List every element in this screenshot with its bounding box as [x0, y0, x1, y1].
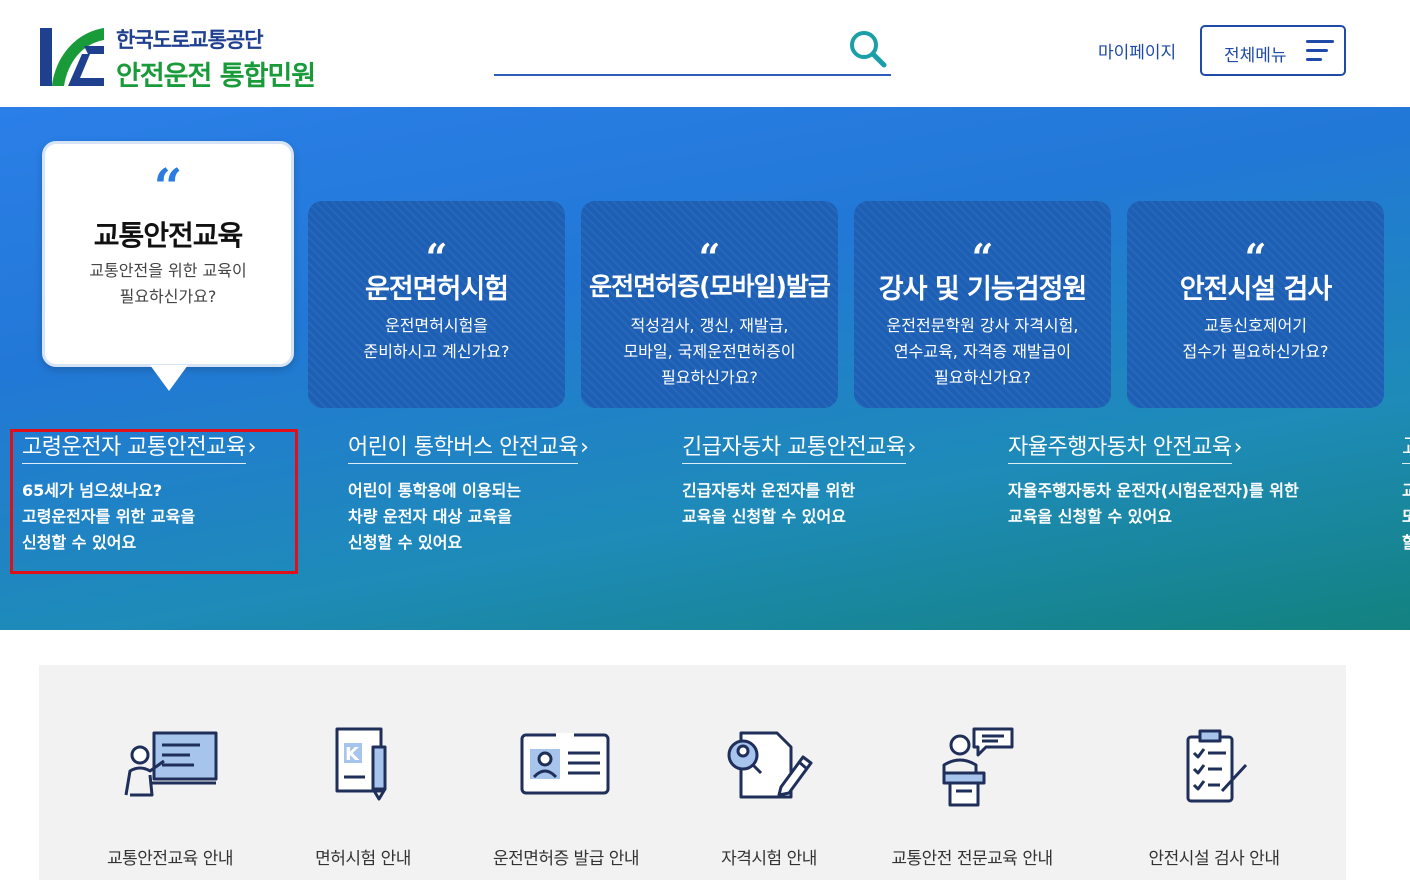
card-desc-line: 준비하시고 계신가요? — [363, 342, 510, 361]
edu-desc-line: 신청할 수 있어요 — [22, 533, 137, 552]
card-desc: 운전면허시험을 준비하시고 계신가요? — [316, 313, 557, 365]
edu-desc-line: 신청할 수 있어요 — [348, 533, 463, 552]
card-title: 강사 및 기능검정원 — [878, 274, 1088, 305]
card-desc: 운전전문학원 강사 자격시험, 연수교육, 자격증 재발급이 필요하신가요? — [862, 313, 1103, 391]
hero-section: “ 교통안전교육 교통안전을 위한 교육이 필요하신가요? “ 운전면허시험 운… — [0, 107, 1410, 630]
site-header: 한국도로교통공단 안전운전 통합민원 마이페이지 전체메뉴 — [0, 0, 1410, 107]
edu-link-elderly-driver[interactable]: 고령운전자 교통안전교육› 65세가 넘으셨나요? 고령운전자를 위한 교육을 … — [22, 429, 256, 556]
edu-desc-line: 고령운전자를 위한 교육을 — [22, 507, 196, 526]
quick-menu: 교통안전교육 안내 K 면허시험 안내 운전면허증 발급 안내 자격시험 안내 … — [39, 665, 1346, 880]
edu-link-desc: 교 또 할 — [1402, 478, 1410, 556]
edu-desc-line: 어린이 통학용에 이용되는 — [348, 481, 522, 500]
card-license-exam[interactable]: “ 운전면허시험 운전면허시험을 준비하시고 계신가요? — [308, 201, 565, 408]
speech-bubble-tail — [150, 365, 188, 391]
edu-link-title: 긴급자동차 교통안전교육 — [682, 429, 906, 464]
quick-menu-label: 교통안전 전문교육 안내 — [891, 849, 1053, 869]
hamburger-icon — [1306, 40, 1334, 62]
edu-desc-line: 할 — [1402, 533, 1410, 552]
edu-desc-line: 교 — [1402, 481, 1410, 500]
search-box — [494, 22, 891, 76]
edu-desc-line: 자율주행자동차 운전자(시험운전자)를 위한 — [1008, 481, 1299, 500]
edu-link-desc: 65세가 넘으셨나요? 고령운전자를 위한 교육을 신청할 수 있어요 — [22, 478, 256, 556]
chevron-right-icon: › — [247, 435, 257, 460]
exam-document-icon — [719, 725, 819, 815]
edu-link-partial[interactable]: 교 교 또 할 — [1402, 429, 1410, 556]
card-desc-line: 연수교육, 자격증 재발급이 — [893, 342, 1072, 361]
logo-mark-icon — [40, 28, 104, 86]
edu-link-title: 어린이 통학버스 안전교육 — [348, 429, 579, 464]
card-desc-line: 필요하신가요? — [934, 368, 1031, 387]
card-desc-line: 모바일, 국제운전면허증이 — [623, 342, 796, 361]
card-title: 운전면허증(모바일)발급 — [589, 272, 831, 301]
edu-desc-line: 교육을 신청할 수 있어요 — [682, 507, 846, 526]
lecturer-icon — [922, 725, 1022, 815]
featured-card-title: 교통안전교육 — [93, 219, 244, 252]
search-input[interactable] — [494, 30, 834, 70]
card-desc-line: 운전면허시험을 — [384, 316, 489, 335]
featured-card-desc-line: 필요하신가요? — [119, 287, 217, 306]
quick-menu-label: 운전면허증 발급 안내 — [492, 849, 640, 869]
card-desc: 적성검사, 갱신, 재발급, 모바일, 국제운전면허증이 필요하신가요? — [589, 313, 830, 391]
card-title: 운전면허시험 — [364, 274, 509, 305]
chevron-right-icon: › — [907, 435, 917, 460]
edu-link-desc: 어린이 통학용에 이용되는 차량 운전자 대상 교육을 신청할 수 있어요 — [348, 478, 589, 556]
quick-menu-item[interactable]: 운전면허증 발급 안내 — [466, 725, 666, 869]
search-icon — [850, 31, 887, 68]
edu-link-school-bus[interactable]: 어린이 통학버스 안전교육› 어린이 통학용에 이용되는 차량 운전자 대상 교… — [348, 429, 589, 556]
card-desc-line: 운전전문학원 강사 자격시험, — [886, 316, 1079, 335]
quick-menu-label: 교통안전교육 안내 — [106, 849, 234, 869]
license-book-icon: K — [313, 725, 413, 815]
quick-menu-item[interactable]: 자격시험 안내 — [669, 725, 869, 869]
quote-mark-icon: “ — [153, 162, 183, 198]
edu-desc-line: 교육을 신청할 수 있어요 — [1008, 507, 1172, 526]
presentation-icon — [120, 725, 220, 815]
featured-card-desc: 교통안전을 위한 교육이 필요하신가요? — [65, 258, 271, 310]
card-desc: 교통신호제어기 접수가 필요하신가요? — [1135, 313, 1376, 365]
checklist-icon — [1164, 725, 1264, 815]
card-title: 안전시설 검사 — [1179, 274, 1332, 305]
site-logo[interactable]: 한국도로교통공단 안전운전 통합민원 — [38, 22, 338, 94]
logo-org-name: 한국도로교통공단 — [116, 28, 264, 52]
edu-link-title: 자율주행자동차 안전교육 — [1008, 429, 1232, 464]
edu-link-desc: 자율주행자동차 운전자(시험운전자)를 위한 교육을 신청할 수 있어요 — [1008, 478, 1299, 530]
edu-desc-line: 긴급자동차 운전자를 위한 — [682, 481, 856, 500]
card-desc-line: 교통신호제어기 — [1203, 316, 1308, 335]
id-card-icon — [516, 725, 616, 815]
edu-link-title: 고령운전자 교통안전교육 — [22, 429, 246, 464]
edu-link-emergency-vehicle[interactable]: 긴급자동차 교통안전교육› 긴급자동차 운전자를 위한 교육을 신청할 수 있어… — [682, 429, 916, 530]
featured-card-desc-line: 교통안전을 위한 교육이 — [89, 261, 247, 280]
edu-desc-line: 차량 운전자 대상 교육을 — [348, 507, 512, 526]
edu-link-title: 교 — [1402, 429, 1410, 464]
quick-menu-label: 면허시험 안내 — [315, 849, 411, 869]
card-safety-facility-inspection[interactable]: “ 안전시설 검사 교통신호제어기 접수가 필요하신가요? — [1127, 201, 1384, 408]
all-menu-label: 전체메뉴 — [1224, 46, 1287, 66]
quote-mark-icon: “ — [971, 239, 994, 267]
chevron-right-icon: › — [1233, 435, 1243, 460]
mypage-link[interactable]: 마이페이지 — [1098, 38, 1176, 63]
card-desc-line: 적성검사, 갱신, 재발급, — [630, 316, 789, 335]
svg-text:K: K — [345, 744, 360, 765]
edu-desc-line: 65세가 넘으셨나요? — [22, 481, 163, 500]
card-instructor-examiner[interactable]: “ 강사 및 기능검정원 운전전문학원 강사 자격시험, 연수교육, 자격증 재… — [854, 201, 1111, 408]
quote-mark-icon: “ — [698, 239, 721, 267]
edu-link-desc: 긴급자동차 운전자를 위한 교육을 신청할 수 있어요 — [682, 478, 916, 530]
quick-menu-item[interactable]: 교통안전 전문교육 안내 — [872, 725, 1072, 869]
quote-mark-icon: “ — [425, 239, 448, 267]
card-license-issuance[interactable]: “ 운전면허증(모바일)발급 적성검사, 갱신, 재발급, 모바일, 국제운전면… — [581, 201, 838, 408]
logo-service-title: 안전운전 통합민원 — [116, 61, 316, 92]
quote-mark-icon: “ — [1244, 239, 1267, 267]
card-desc-line: 필요하신가요? — [661, 368, 758, 387]
quick-menu-label: 자격시험 안내 — [721, 849, 817, 869]
quick-menu-label: 안전시설 검사 안내 — [1148, 849, 1280, 869]
chevron-right-icon: › — [580, 435, 589, 460]
card-desc-line: 접수가 필요하신가요? — [1182, 342, 1329, 361]
edu-desc-line: 또 — [1402, 507, 1410, 526]
quick-menu-item[interactable]: 교통안전교육 안내 — [70, 725, 270, 869]
quick-menu-item[interactable]: K 면허시험 안내 — [263, 725, 463, 869]
search-button[interactable] — [847, 28, 889, 70]
edu-link-autonomous-vehicle[interactable]: 자율주행자동차 안전교육› 자율주행자동차 운전자(시험운전자)를 위한 교육을… — [1008, 429, 1299, 530]
featured-card-traffic-safety-education[interactable]: “ 교통안전교육 교통안전을 위한 교육이 필요하신가요? — [42, 141, 294, 367]
quick-menu-item[interactable]: 안전시설 검사 안내 — [1114, 725, 1314, 869]
all-menu-button[interactable]: 전체메뉴 — [1200, 25, 1346, 76]
